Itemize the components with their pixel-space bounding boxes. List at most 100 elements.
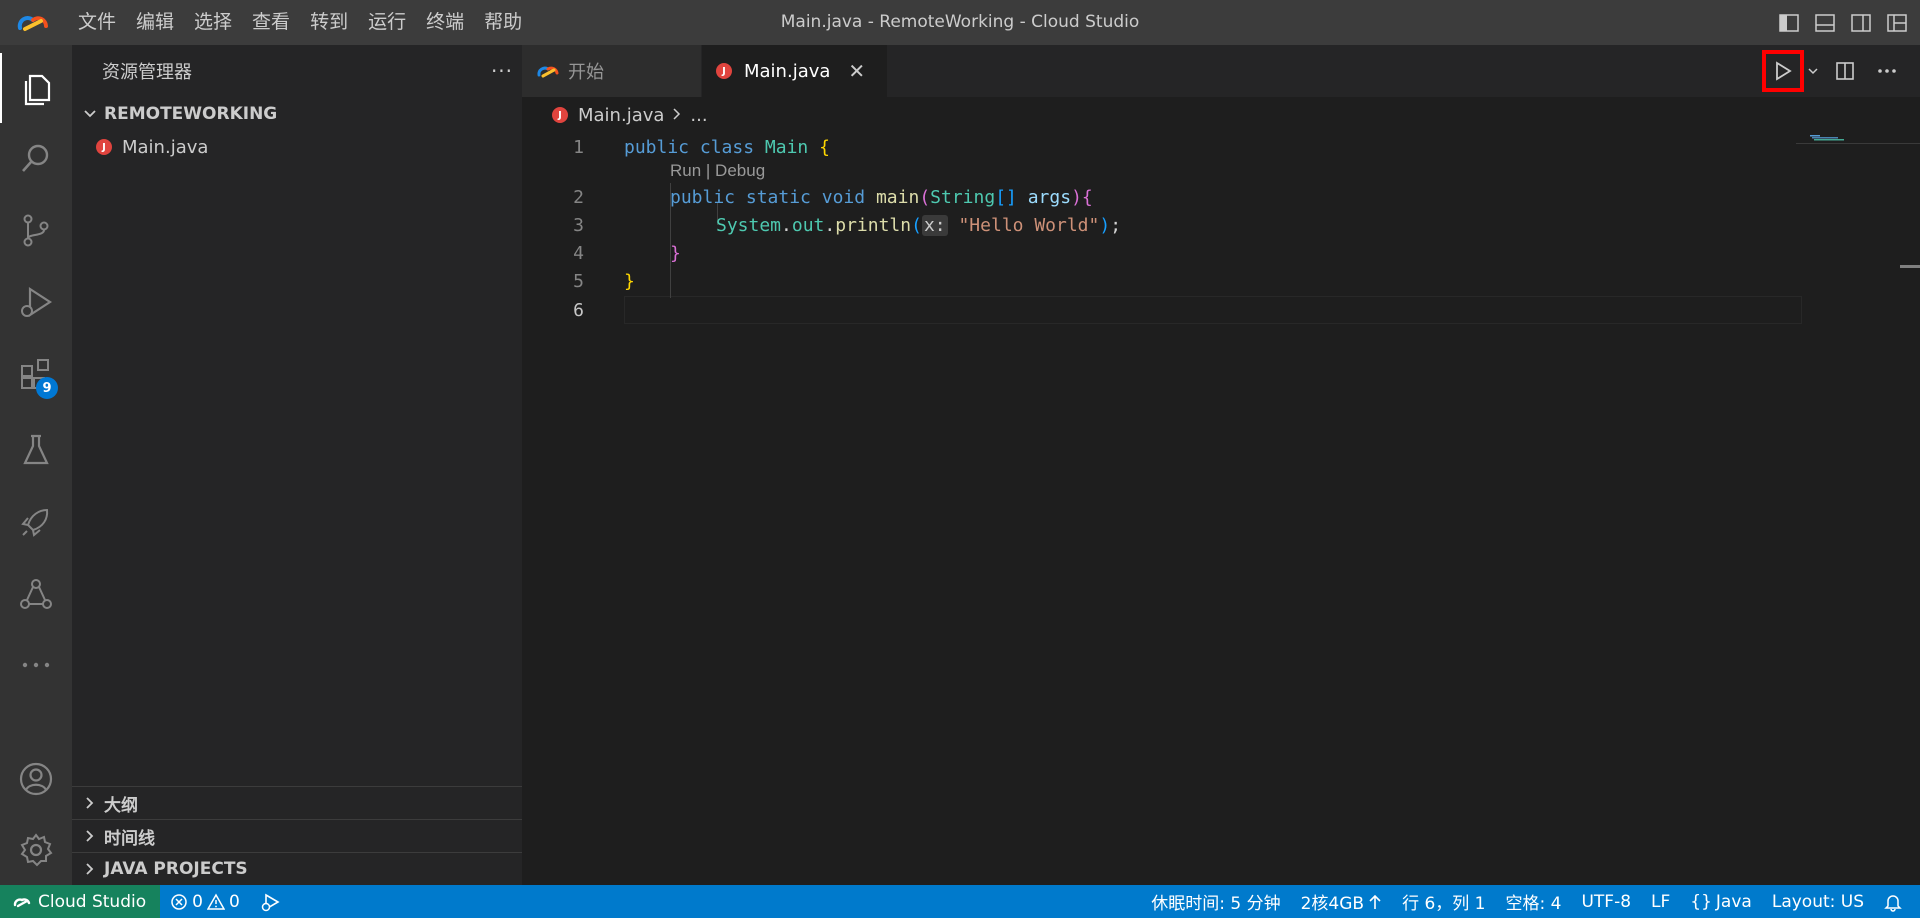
search-icon[interactable] bbox=[0, 123, 72, 193]
remote-indicator[interactable]: Cloud Studio bbox=[0, 885, 161, 918]
line-number: 5 bbox=[573, 270, 584, 292]
port-forward-button[interactable] bbox=[250, 885, 292, 918]
editor-actions bbox=[1762, 45, 1904, 97]
toggle-panel-icon[interactable] bbox=[1812, 10, 1838, 36]
error-icon bbox=[171, 893, 187, 910]
source-control-icon[interactable] bbox=[0, 195, 72, 265]
parameter-hint: x: bbox=[921, 214, 948, 236]
file-name: Main.java bbox=[122, 136, 209, 158]
more-views-icon[interactable] bbox=[0, 630, 72, 700]
java-file-icon: J bbox=[96, 139, 112, 155]
problems-indicator[interactable]: 0 0 bbox=[160, 885, 250, 918]
end-of-line[interactable]: LF bbox=[1641, 885, 1680, 918]
code-line-2: 2 public static void main(String[] args)… bbox=[522, 183, 1722, 211]
error-count: 0 bbox=[192, 891, 203, 912]
toggle-primary-sidebar-icon[interactable] bbox=[1776, 10, 1802, 36]
remote-label: Cloud Studio bbox=[38, 891, 147, 912]
explorer-sidebar: 资源管理器 ··· REMOTEWORKING J Main.java 大纲 时… bbox=[72, 45, 522, 885]
code-line-4: 4 } bbox=[522, 239, 1722, 267]
sidebar-title: 资源管理器 bbox=[102, 62, 192, 83]
code-line-3: 3 System.out.println(x: "Hello World"); bbox=[522, 211, 1722, 239]
run-and-debug-icon[interactable] bbox=[0, 267, 72, 337]
language-label: Java bbox=[1715, 891, 1752, 912]
close-tab-icon[interactable]: ✕ bbox=[848, 59, 865, 83]
notifications-bell-icon[interactable] bbox=[1874, 885, 1912, 918]
accounts-icon[interactable] bbox=[0, 744, 72, 814]
menu-edit[interactable]: 编辑 bbox=[126, 0, 184, 45]
section-java-projects[interactable]: JAVA PROJECTS bbox=[72, 852, 522, 885]
section-timeline-label: 时间线 bbox=[104, 828, 155, 849]
code-editor[interactable]: 1 public class Main { Run | Debug 2 publ… bbox=[522, 133, 1920, 885]
cloud-studio-logo-icon[interactable] bbox=[16, 0, 52, 45]
status-bar: Cloud Studio 0 0 休眠时间: 5 分钟 2核4GB 行 6，列 … bbox=[0, 885, 1920, 918]
run-java-button[interactable] bbox=[1762, 50, 1804, 92]
code-text: System.out.println(x: "Hello World"); bbox=[716, 214, 1122, 236]
tab-welcome[interactable]: 开始 bbox=[522, 45, 702, 97]
tab-main-java-label: Main.java bbox=[744, 60, 831, 82]
explorer-icon[interactable] bbox=[0, 53, 72, 123]
more-actions-button[interactable]: ··· bbox=[482, 51, 522, 91]
menu-terminal[interactable]: 终端 bbox=[416, 0, 474, 45]
code-line-6: 6 bbox=[522, 296, 1722, 324]
sleep-timer[interactable]: 休眠时间: 5 分钟 bbox=[1141, 885, 1290, 918]
tab-main-java[interactable]: J Main.java ✕ bbox=[702, 45, 889, 97]
codelens-run-debug[interactable]: Run | Debug bbox=[670, 161, 765, 183]
chevron-right-icon bbox=[80, 862, 100, 876]
broadcast-icon bbox=[261, 893, 280, 911]
toggle-secondary-sidebar-icon[interactable] bbox=[1848, 10, 1874, 36]
chevron-right-icon bbox=[80, 796, 100, 810]
run-options-chevron-icon[interactable] bbox=[1806, 54, 1820, 88]
editor-more-actions-icon[interactable] bbox=[1870, 54, 1904, 88]
cursor-position[interactable]: 行 6，列 1 bbox=[1392, 885, 1495, 918]
code-text: public class Main { bbox=[624, 136, 830, 158]
section-java-projects-label: JAVA PROJECTS bbox=[104, 859, 248, 879]
menu-help[interactable]: 帮助 bbox=[474, 0, 532, 45]
code-text: } bbox=[670, 242, 681, 264]
folder-remoteworking[interactable]: REMOTEWORKING bbox=[72, 97, 522, 131]
line-number: 4 bbox=[573, 242, 584, 264]
cloud-studio-tab-icon bbox=[536, 63, 560, 79]
collaboration-icon[interactable] bbox=[0, 559, 72, 629]
split-editor-icon[interactable] bbox=[1828, 54, 1862, 88]
scrollbar-marker[interactable] bbox=[1900, 265, 1920, 268]
machine-spec[interactable]: 2核4GB bbox=[1291, 885, 1392, 918]
breadcrumb-file[interactable]: Main.java bbox=[578, 105, 664, 126]
chevron-down-icon bbox=[80, 109, 100, 119]
file-encoding[interactable]: UTF-8 bbox=[1571, 885, 1641, 918]
file-item-main-java[interactable]: J Main.java bbox=[72, 131, 522, 163]
testing-icon[interactable] bbox=[0, 415, 72, 485]
menu-view[interactable]: 查看 bbox=[242, 0, 300, 45]
customize-layout-icon[interactable] bbox=[1884, 10, 1910, 36]
editor-tab-bar: 开始 J Main.java ✕ bbox=[522, 45, 1920, 97]
settings-gear-icon[interactable] bbox=[0, 815, 72, 885]
section-timeline[interactable]: 时间线 bbox=[72, 819, 522, 852]
menu-run[interactable]: 运行 bbox=[358, 0, 416, 45]
deploy-rocket-icon[interactable] bbox=[0, 487, 72, 557]
breadcrumb-symbol[interactable]: ... bbox=[690, 105, 707, 126]
line-number: 2 bbox=[573, 186, 584, 208]
status-bar-right: 休眠时间: 5 分钟 2核4GB 行 6，列 1 空格: 4 UTF-8 LF … bbox=[1141, 885, 1912, 918]
sidebar-bottom-sections: 大纲 时间线 JAVA PROJECTS bbox=[72, 786, 522, 885]
menu-go[interactable]: 转到 bbox=[300, 0, 358, 45]
section-outline[interactable]: 大纲 bbox=[72, 786, 522, 819]
activity-bar: 9 bbox=[0, 45, 72, 885]
layout-controls bbox=[1776, 0, 1910, 45]
tab-welcome-label: 开始 bbox=[568, 62, 604, 83]
code-text: public static void main(String[] args){ bbox=[670, 186, 1093, 208]
java-file-icon: J bbox=[552, 107, 568, 123]
language-mode[interactable]: {} Java bbox=[1680, 885, 1762, 918]
line-number: 6 bbox=[573, 299, 584, 321]
minimap[interactable] bbox=[1796, 133, 1920, 885]
chevron-right-icon bbox=[80, 829, 100, 843]
java-file-icon: J bbox=[716, 63, 732, 79]
title-bar: 文件 编辑 选择 查看 转到 运行 终端 帮助 Main.java - Remo… bbox=[0, 0, 1920, 45]
menu-selection[interactable]: 选择 bbox=[184, 0, 242, 45]
menu-file[interactable]: 文件 bbox=[68, 0, 126, 45]
indentation[interactable]: 空格: 4 bbox=[1496, 885, 1572, 918]
code-line-5: 5 } bbox=[522, 267, 1722, 295]
sidebar-header: 资源管理器 ··· bbox=[72, 45, 522, 97]
keyboard-layout[interactable]: Layout: US bbox=[1762, 885, 1874, 918]
breadcrumb: J Main.java ... bbox=[522, 97, 708, 133]
braces-icon: {} bbox=[1690, 891, 1712, 912]
extensions-icon[interactable]: 9 bbox=[0, 339, 72, 409]
